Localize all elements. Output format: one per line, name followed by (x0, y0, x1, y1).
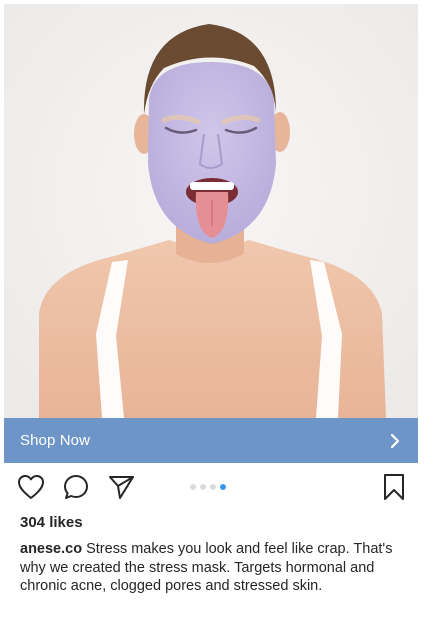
carousel-dot (200, 484, 206, 490)
woman-face-mask-illustration (4, 4, 418, 418)
heart-outline-icon[interactable] (14, 470, 48, 504)
carousel-indicator (190, 484, 226, 492)
chevron-right-icon (388, 433, 402, 449)
carousel-dot (210, 484, 216, 490)
likes-count[interactable]: 304 likes (20, 514, 83, 531)
post-actions (0, 470, 427, 508)
paper-plane-icon[interactable] (104, 470, 138, 504)
post-caption: anese.co Stress makes you look and feel … (20, 540, 412, 596)
post-photo[interactable] (4, 4, 418, 418)
caption-username[interactable]: anese.co (20, 541, 82, 557)
instagram-post: Shop Now 304 likes anese.co Stress makes… (0, 0, 427, 619)
shop-now-button[interactable]: Shop Now (4, 418, 418, 463)
speech-bubble-icon[interactable] (59, 470, 93, 504)
bookmark-outline-icon[interactable] (377, 470, 411, 504)
carousel-dot (190, 484, 196, 490)
shop-now-label: Shop Now (20, 432, 91, 449)
carousel-dot-active (220, 484, 226, 490)
